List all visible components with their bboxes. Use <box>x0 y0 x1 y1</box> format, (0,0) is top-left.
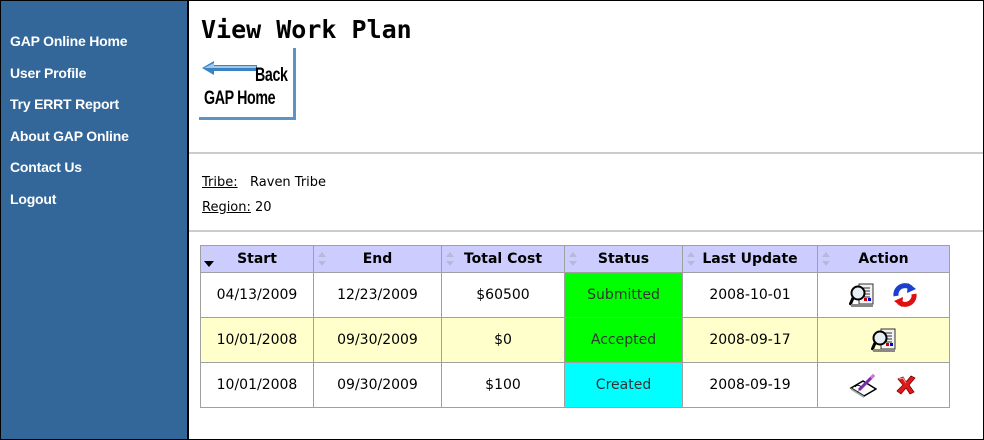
start-cell: 10/01/2008 <box>200 362 314 408</box>
table-row: 10/01/2008 09/30/2009 $0 Accepted 2008-0… <box>200 317 950 363</box>
sort-desc-icon <box>204 252 214 267</box>
sidebar-item-user-profile[interactable]: User Profile <box>10 63 187 95</box>
back-label: Back <box>255 65 288 86</box>
column-header-action[interactable]: Action <box>817 245 950 273</box>
work-plan-table: Start End Total Cost Status Last Update … <box>200 245 950 408</box>
sidebar: GAP Online Home User Profile Try ERRT Re… <box>1 1 189 439</box>
last-update-cell: 2008-10-01 <box>682 272 818 318</box>
cost-cell: $100 <box>441 362 565 408</box>
header-label: Total Cost <box>463 251 543 267</box>
page-frame: GAP Online Home User Profile Try ERRT Re… <box>0 0 984 440</box>
sidebar-item-errt-report[interactable]: Try ERRT Report <box>10 94 187 126</box>
tribe-row: Tribe: Raven Tribe <box>202 175 326 190</box>
start-cell: 04/13/2009 <box>200 272 314 318</box>
last-update-cell: 2008-09-19 <box>682 362 818 408</box>
column-header-status[interactable]: Status <box>564 245 683 273</box>
main-content: View Work Plan Back GAP Home Tribe: Rave… <box>189 1 983 439</box>
cost-cell: $60500 <box>441 272 565 318</box>
sidebar-item-home[interactable]: GAP Online Home <box>10 31 187 63</box>
header-label: Status <box>597 251 650 267</box>
action-cell <box>817 272 950 318</box>
end-cell: 12/23/2009 <box>313 272 442 318</box>
status-cell: Submitted <box>564 272 683 318</box>
action-cell <box>817 362 950 408</box>
header-label: Last Update <box>702 251 798 267</box>
sidebar-link[interactable]: Contact Us <box>10 159 82 175</box>
sort-icon <box>569 252 577 266</box>
cost-cell: $0 <box>441 317 565 363</box>
divider <box>189 230 983 232</box>
sidebar-item-logout[interactable]: Logout <box>10 189 187 221</box>
end-cell: 09/30/2009 <box>313 317 442 363</box>
status-cell: Accepted <box>564 317 683 363</box>
table-row: 10/01/2008 09/30/2009 $100 Created 2008-… <box>200 362 950 408</box>
column-header-last-update[interactable]: Last Update <box>682 245 818 273</box>
back-arrow-icon <box>202 61 257 75</box>
view-plan-icon[interactable] <box>849 282 875 308</box>
sidebar-item-contact[interactable]: Contact Us <box>10 157 187 189</box>
delete-icon[interactable] <box>894 373 918 397</box>
sort-icon <box>318 252 326 266</box>
table-row: 04/13/2009 12/23/2009 $60500 Submitted 2… <box>200 272 950 318</box>
view-plan-icon[interactable] <box>870 327 897 353</box>
region-label: Region: <box>202 200 251 215</box>
header-label: Start <box>237 251 277 267</box>
last-update-cell: 2008-09-17 <box>682 317 818 363</box>
column-header-total-cost[interactable]: Total Cost <box>441 245 565 273</box>
sort-icon <box>687 252 695 266</box>
region-row: Region: 20 <box>202 200 272 215</box>
column-header-end[interactable]: End <box>313 245 442 273</box>
region-value: 20 <box>255 200 272 215</box>
sidebar-link[interactable]: GAP Online Home <box>10 33 128 49</box>
status-cell: Created <box>564 362 683 408</box>
sidebar-link[interactable]: Logout <box>10 191 56 207</box>
tribe-label: Tribe: <box>202 175 238 190</box>
back-gap-home-button[interactable]: Back GAP Home <box>199 48 296 120</box>
refresh-icon[interactable] <box>892 282 918 308</box>
action-cell <box>817 317 950 363</box>
gap-home-label: GAP Home <box>204 88 276 109</box>
divider <box>189 152 983 154</box>
table-header-row: Start End Total Cost Status Last Update … <box>200 245 950 273</box>
edit-plan-icon[interactable] <box>849 372 878 398</box>
page-title: View Work Plan <box>201 15 412 44</box>
start-cell: 10/01/2008 <box>200 317 314 363</box>
sort-icon <box>822 252 830 266</box>
header-label: Action <box>858 251 909 267</box>
end-cell: 09/30/2009 <box>313 362 442 408</box>
column-header-start[interactable]: Start <box>200 245 314 273</box>
sort-icon <box>446 252 454 266</box>
header-label: End <box>362 251 393 267</box>
tribe-value: Raven Tribe <box>250 175 327 190</box>
sidebar-item-about[interactable]: About GAP Online <box>10 126 187 158</box>
sidebar-link[interactable]: User Profile <box>10 65 86 81</box>
sidebar-link[interactable]: About GAP Online <box>10 128 129 144</box>
sidebar-link[interactable]: Try ERRT Report <box>10 96 119 112</box>
